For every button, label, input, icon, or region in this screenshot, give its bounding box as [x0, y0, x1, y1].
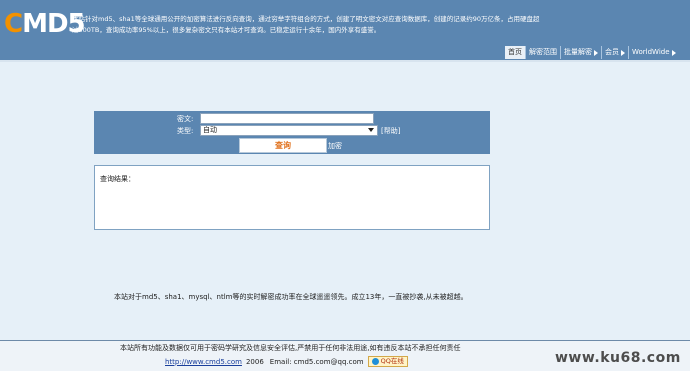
footer-disclaimer: 本站所有功能及数据仅可用于密码学研究及信息安全评估,严禁用于任何非法用途,如有违…	[120, 344, 461, 352]
caret-right-icon	[621, 49, 625, 56]
header-divider	[0, 60, 690, 62]
qq-online-button[interactable]: QQ在线	[367, 356, 408, 367]
nav-decrypt-range[interactable]: 解密范围	[525, 46, 560, 59]
query-button[interactable]: 查询	[239, 138, 327, 153]
qq-online-label: QQ在线	[380, 357, 404, 365]
nav-member[interactable]: 会员	[601, 46, 628, 59]
qq-icon	[371, 358, 379, 365]
site-tagline: 本站对于md5、sha1、mysql、ntlm等的实时解密成功率在全球遥遥领先。…	[114, 293, 468, 301]
nav-home-label: 首页	[508, 48, 522, 56]
cipher-input[interactable]	[200, 113, 374, 124]
nav-home[interactable]: 首页	[505, 46, 525, 59]
intro-line-1: 本站针对md5、sha1等全球通用公开的加密算法进行反向查询，通过穷举字符组合的…	[72, 15, 540, 23]
site-url-link[interactable]: http://www.cmd5.com	[165, 358, 242, 366]
nav-batch-decrypt-label: 批量解密	[564, 48, 592, 56]
result-box: 查询结果：	[94, 165, 490, 230]
top-nav: 首页 解密范围 批量解密 会员 WorldWide	[505, 46, 679, 59]
caret-right-icon	[671, 49, 676, 56]
footer-contact: http://www.cmd5.com 2006 Email: cmd5.com…	[165, 356, 408, 367]
dropdown-arrow-icon	[368, 128, 374, 132]
nav-member-label: 会员	[605, 48, 619, 56]
caret-right-icon	[594, 49, 598, 56]
watermark: www.ku68.com	[555, 350, 681, 366]
type-label: 类型:	[177, 127, 194, 135]
intro-line-2: 过500TB，查询成功率95%以上，很多复杂密文只有本站才可查询。已稳定运行十余…	[72, 26, 381, 34]
nav-worldwide-label: WorldWide	[632, 48, 670, 56]
logo-c: C	[4, 9, 23, 39]
header-bar: CMD5 本站针对md5、sha1等全球通用公开的加密算法进行反向查询，通过穷举…	[0, 0, 690, 60]
result-label: 查询结果：	[100, 175, 135, 183]
footer-year: 2006	[245, 357, 264, 366]
encrypt-link[interactable]: 加密	[328, 142, 342, 151]
nav-worldwide[interactable]: WorldWide	[628, 46, 679, 59]
footer-email: Email: cmd5.com@qq.com	[269, 357, 364, 366]
cipher-label: 密文:	[177, 115, 194, 123]
search-panel: 密文: 类型: 自动 [帮助] 查询 加密	[94, 111, 490, 154]
type-select[interactable]: 自动	[200, 125, 378, 136]
help-link[interactable]: [帮助]	[381, 127, 400, 136]
nav-batch-decrypt[interactable]: 批量解密	[560, 46, 601, 59]
site-intro: 本站针对md5、sha1等全球通用公开的加密算法进行反向查询，通过穷举字符组合的…	[72, 14, 592, 36]
type-select-value: 自动	[203, 126, 217, 134]
nav-decrypt-range-label: 解密范围	[529, 48, 557, 56]
